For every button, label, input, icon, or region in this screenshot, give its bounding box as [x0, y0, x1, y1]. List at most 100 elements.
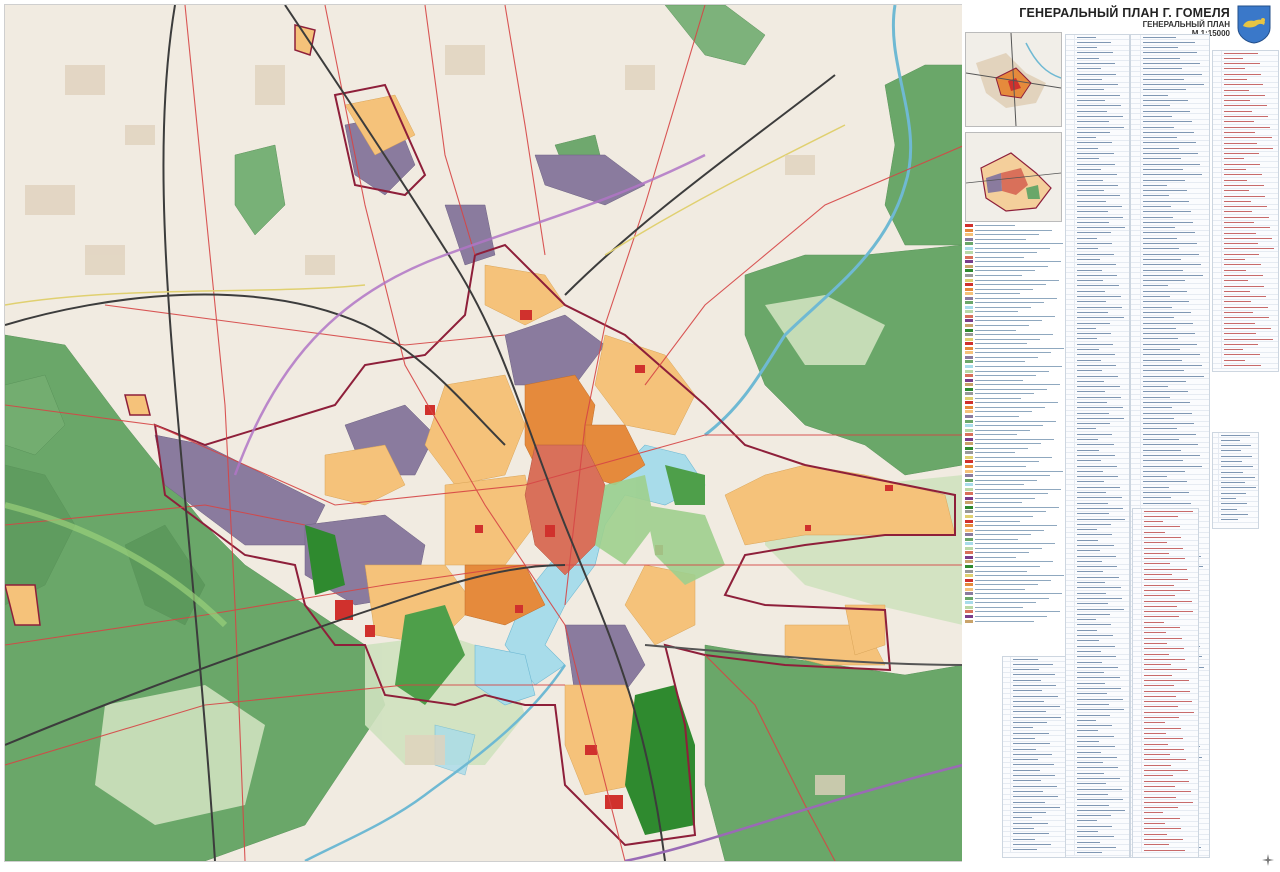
legend-row	[965, 528, 1065, 532]
legend-swatch	[965, 305, 973, 309]
legend-row	[965, 578, 1065, 582]
legend-swatch	[965, 374, 973, 378]
table-objects-4	[1212, 432, 1259, 529]
legend-swatch	[965, 378, 973, 382]
legend-swatch	[965, 469, 973, 473]
legend-swatch	[965, 237, 973, 241]
legend-row	[965, 510, 1065, 514]
legend-row	[965, 601, 1065, 605]
legend-row	[965, 374, 1065, 378]
legend-row	[965, 305, 1065, 309]
legend-swatch	[965, 369, 973, 373]
legend-row	[965, 492, 1065, 496]
legend-swatch	[965, 515, 973, 518]
legend-swatch	[965, 519, 973, 523]
legend-row	[965, 396, 1065, 400]
legend-row	[965, 587, 1065, 591]
legend-swatch	[965, 401, 973, 405]
legend-row	[965, 301, 1065, 305]
table-row	[1003, 847, 1065, 853]
legend-swatch	[965, 346, 973, 350]
legend-row	[965, 596, 1065, 600]
legend-row	[965, 355, 1065, 359]
legend-swatch	[965, 410, 973, 414]
legend-row	[965, 605, 1065, 609]
legend-row	[965, 242, 1065, 246]
legend-row	[965, 537, 1065, 541]
legend-row	[965, 264, 1065, 268]
legend-row	[965, 328, 1065, 332]
legend-swatch	[965, 455, 973, 459]
legend-row	[965, 292, 1065, 296]
legend-swatch	[965, 592, 973, 596]
legend-swatch	[965, 274, 973, 278]
legend-row	[965, 392, 1065, 396]
compass-logo-icon	[1262, 854, 1274, 866]
legend-swatch	[965, 596, 973, 600]
table-row	[1133, 848, 1198, 854]
legend-swatch	[965, 510, 973, 514]
legend-row	[965, 615, 1065, 619]
legend-swatch	[965, 264, 973, 268]
legend-row	[965, 278, 1065, 282]
legend-row	[965, 455, 1065, 459]
legend-row	[965, 269, 1065, 273]
legend-swatch	[965, 433, 973, 437]
legend-swatch	[965, 260, 973, 264]
legend-row	[965, 255, 1065, 259]
legend-row	[965, 551, 1065, 555]
legend-row	[965, 287, 1065, 291]
legend-swatch	[965, 560, 973, 564]
table-row	[1213, 517, 1258, 524]
legend-swatch	[965, 242, 973, 246]
legend-row	[965, 324, 1065, 328]
legend-swatch	[965, 224, 973, 227]
legend-swatch	[965, 601, 973, 605]
legend-row	[965, 364, 1065, 368]
legend-swatch	[965, 392, 973, 396]
legend-row	[965, 433, 1065, 437]
legend-row	[965, 410, 1065, 414]
legend-swatch	[965, 487, 973, 491]
legend-row	[965, 296, 1065, 300]
legend-row	[965, 405, 1065, 409]
legend-swatch	[965, 460, 973, 464]
map-subtitle: ГЕНЕРАЛЬНЫЙ ПЛАН	[1142, 20, 1230, 29]
legend-row	[965, 346, 1065, 350]
legend-row	[965, 464, 1065, 468]
legend-swatch	[965, 278, 973, 282]
legend-row	[965, 237, 1065, 241]
legend-swatch	[965, 505, 973, 509]
legend-swatch	[965, 437, 973, 441]
legend-functional-zones	[965, 224, 1065, 624]
legend-row	[965, 505, 1065, 509]
legend-row	[965, 592, 1065, 596]
legend-swatch	[965, 555, 973, 559]
sidebar-panel: ГЕНЕРАЛЬНЫЙ ПЛАН Г. ГОМЕЛЯ ГЕНЕРАЛЬНЫЙ П…	[962, 0, 1280, 872]
legend-swatch	[965, 464, 973, 468]
legend-swatch	[965, 324, 973, 328]
legend-row	[965, 487, 1065, 491]
legend-row	[965, 283, 1065, 287]
legend-row	[965, 560, 1065, 564]
legend-row	[965, 314, 1065, 318]
legend-swatch	[965, 533, 973, 537]
legend-swatch	[965, 383, 973, 387]
legend-swatch	[965, 364, 973, 368]
legend-row	[965, 233, 1065, 237]
legend-swatch	[965, 583, 973, 587]
legend-swatch	[965, 396, 973, 400]
legend-swatch	[965, 537, 973, 541]
legend-row	[965, 569, 1065, 573]
legend-swatch	[965, 255, 973, 259]
map-title: ГЕНЕРАЛЬНЫЙ ПЛАН Г. ГОМЕЛЯ	[1019, 6, 1230, 20]
legend-row	[965, 446, 1065, 450]
legend-swatch	[965, 333, 973, 337]
legend-row	[965, 515, 1065, 518]
legend-row	[965, 474, 1065, 478]
legend-row	[965, 428, 1065, 432]
district-boundary-small	[124, 394, 151, 416]
legend-swatch	[965, 328, 973, 332]
table-row	[1066, 850, 1129, 857]
master-plan-map[interactable]	[4, 4, 964, 862]
